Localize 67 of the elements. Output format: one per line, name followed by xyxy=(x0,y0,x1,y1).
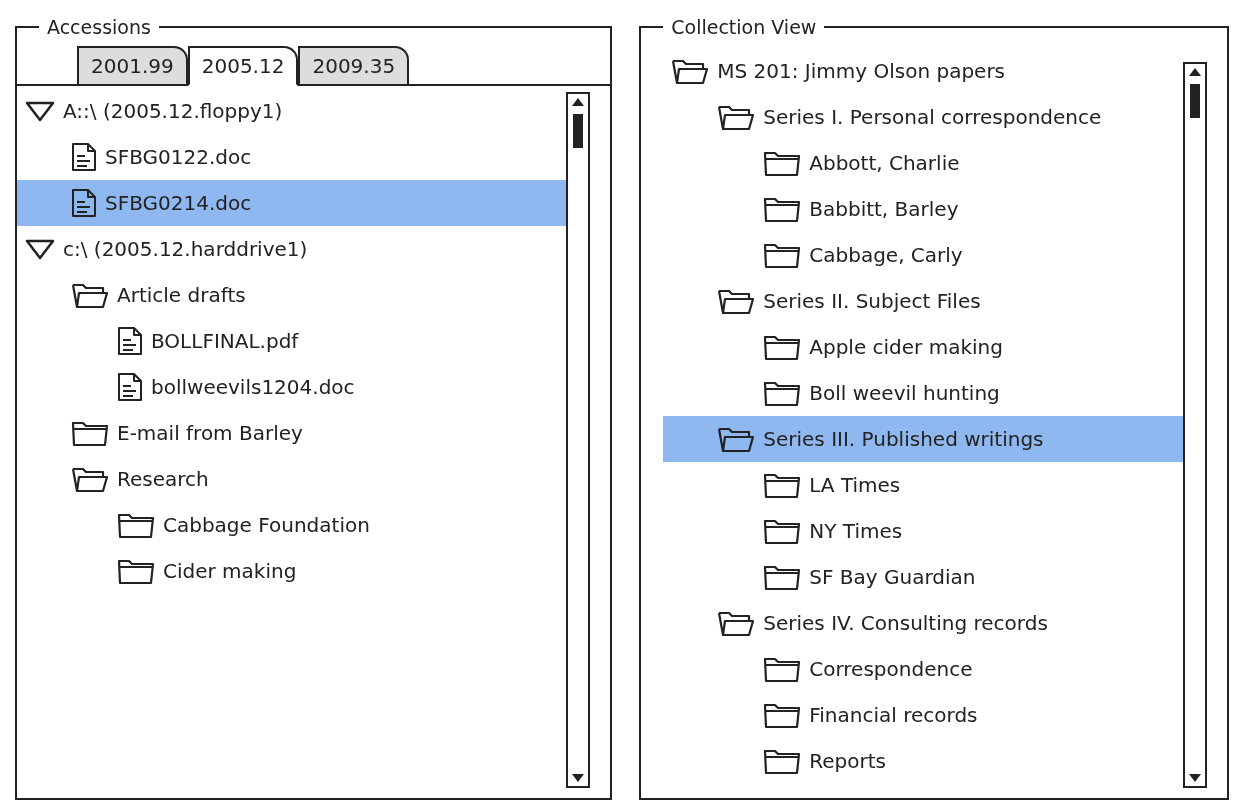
tree-item[interactable]: NY Times xyxy=(663,508,1183,554)
tree-item[interactable]: E-mail from Barley xyxy=(17,410,567,456)
item-label: Series IV. Consulting records xyxy=(763,610,1048,637)
item-label: c:\ (2005.12.harddrive1) xyxy=(63,236,308,263)
item-label: Reports xyxy=(809,748,886,775)
item-label: LA Times xyxy=(809,472,901,499)
tree-item[interactable]: Article drafts xyxy=(17,272,567,318)
scroll-thumb[interactable] xyxy=(1190,84,1200,118)
item-label: SFBG0122.doc xyxy=(105,144,252,171)
tree-item[interactable]: A::\ (2005.12.floppy1) xyxy=(17,88,567,134)
tree-item[interactable]: SFBG0214.doc xyxy=(17,180,567,226)
tree-item[interactable]: c:\ (2005.12.harddrive1) xyxy=(17,226,567,272)
tree-item[interactable]: Babbitt, Barley xyxy=(663,186,1183,232)
scroll-thumb[interactable] xyxy=(573,114,584,148)
triangle-down-icon[interactable] xyxy=(25,238,55,260)
tree-item[interactable]: Apple cider making xyxy=(663,324,1183,370)
item-label: A::\ (2005.12.floppy1) xyxy=(63,98,283,125)
tree-item[interactable]: Cabbage, Carly xyxy=(663,232,1183,278)
item-label: Apple cider making xyxy=(809,334,1003,361)
tree-item[interactable]: Series I. Personal correspondence xyxy=(663,94,1183,140)
item-label: bollweevils1204.doc xyxy=(151,374,355,401)
document-icon xyxy=(71,188,97,218)
tree-item[interactable]: Correspondence xyxy=(663,646,1183,692)
item-label: Cider making xyxy=(163,558,297,585)
tree-item[interactable]: Reports xyxy=(663,738,1183,784)
item-label: Series III. Published writings xyxy=(763,426,1044,453)
scrollbar[interactable] xyxy=(566,92,591,788)
tree-item[interactable]: Financial records xyxy=(663,692,1183,738)
triangle-down-icon[interactable] xyxy=(25,100,55,122)
item-label: Series I. Personal correspondence xyxy=(763,104,1102,131)
tree-item[interactable]: bollweevils1204.doc xyxy=(17,364,567,410)
item-label: Article drafts xyxy=(117,282,246,309)
tree-item[interactable]: SFBG0122.doc xyxy=(17,134,567,180)
document-icon xyxy=(117,372,143,402)
item-label: MS 201: Jimmy Olson papers xyxy=(717,58,1006,85)
tab[interactable]: 2009.35 xyxy=(298,46,410,86)
document-icon xyxy=(71,142,97,172)
item-label: Boll weevil hunting xyxy=(809,380,1000,407)
tree-item[interactable]: BOLLFINAL.pdf xyxy=(17,318,567,364)
tree-item[interactable]: Boll weevil hunting xyxy=(663,370,1183,416)
tree-item[interactable]: Cabbage Foundation xyxy=(17,502,567,548)
item-label: Research xyxy=(117,466,209,493)
tab[interactable]: 2001.99 xyxy=(77,46,188,86)
item-label: Series II. Subject Files xyxy=(763,288,981,315)
tree-item[interactable]: SF Bay Guardian xyxy=(663,554,1183,600)
tree-item[interactable]: Series IV. Consulting records xyxy=(663,600,1183,646)
tree-item[interactable]: Series II. Subject Files xyxy=(663,278,1183,324)
item-label: NY Times xyxy=(809,518,903,545)
tree-item[interactable]: Research xyxy=(17,456,567,502)
item-label: Correspondence xyxy=(809,656,973,683)
item-label: SFBG0214.doc xyxy=(105,190,252,217)
scrollbar[interactable] xyxy=(1183,62,1207,788)
item-label: Cabbage, Carly xyxy=(809,242,963,269)
item-label: Financial records xyxy=(809,702,978,729)
tab[interactable]: 2005.12 xyxy=(187,46,299,86)
item-label: E-mail from Barley xyxy=(117,420,303,447)
tree-item[interactable]: Series III. Published writings xyxy=(663,416,1183,462)
tree-item[interactable]: MS 201: Jimmy Olson papers xyxy=(663,48,1183,94)
tree-item[interactable]: Abbott, Charlie xyxy=(663,140,1183,186)
document-icon xyxy=(117,326,143,356)
item-label: Babbitt, Barley xyxy=(809,196,959,223)
item-label: Abbott, Charlie xyxy=(809,150,960,177)
item-label: SF Bay Guardian xyxy=(809,564,976,591)
item-label: Cabbage Foundation xyxy=(163,512,370,539)
item-label: BOLLFINAL.pdf xyxy=(151,328,299,355)
tree-item[interactable]: Cider making xyxy=(17,548,567,594)
tree-item[interactable]: LA Times xyxy=(663,462,1183,508)
